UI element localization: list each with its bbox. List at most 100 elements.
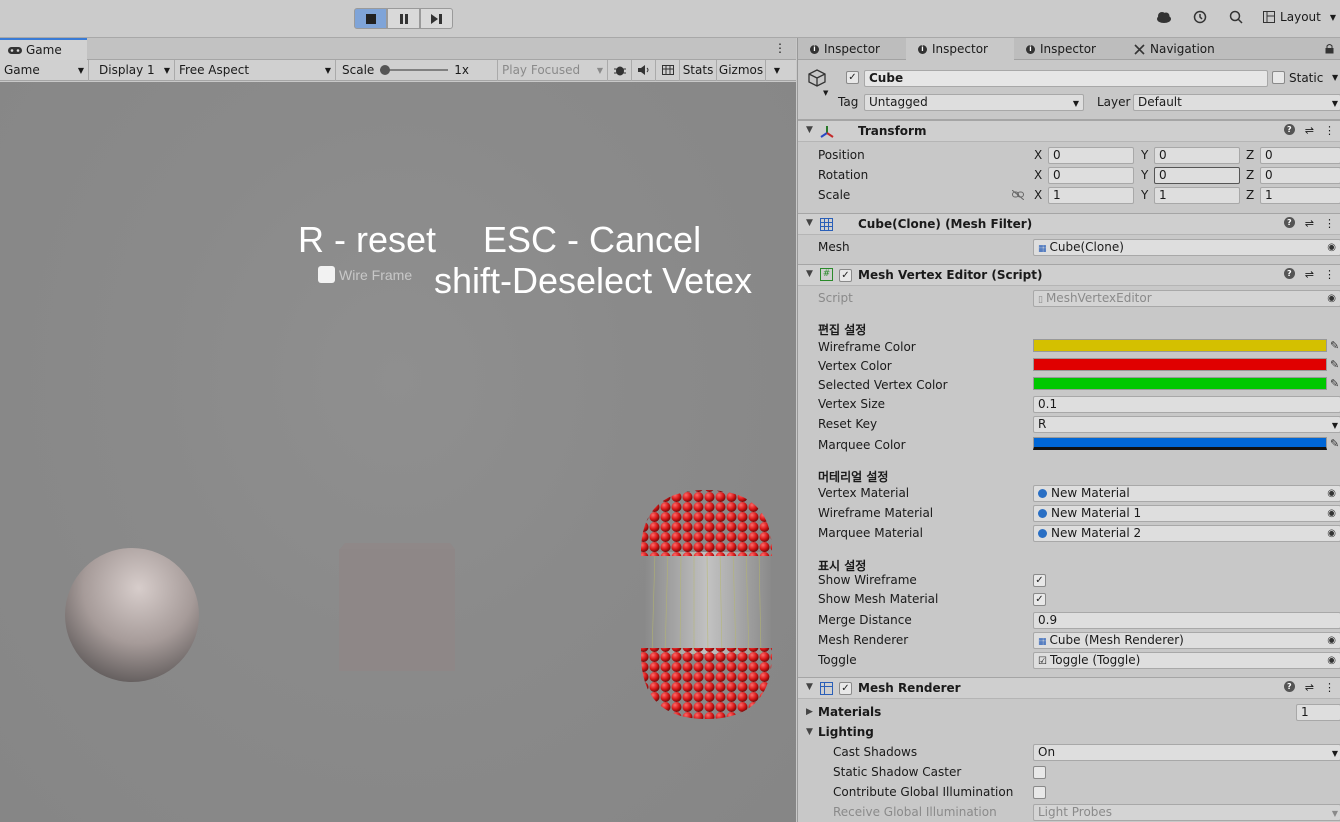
fold-arrow-icon[interactable]: ▼ (806, 269, 813, 279)
tab-inspector-1[interactable]: i Inspector (798, 38, 906, 60)
reset-key-dropdown[interactable]: R ▼ (1033, 416, 1340, 433)
scale-x-input[interactable]: 1 (1048, 187, 1134, 204)
mesh-filter-header[interactable]: ▼ Cube(Clone) (Mesh Filter) ? ⇌ ⋮ (798, 213, 1340, 235)
cloud-icon[interactable] (1155, 8, 1173, 26)
lighting-foldout[interactable]: Lighting (818, 725, 874, 739)
more-options-icon[interactable]: ⋮ (774, 41, 786, 55)
settings-sliders-icon[interactable]: ⇌ (1305, 217, 1314, 230)
play-button[interactable] (354, 8, 387, 29)
mesh-renderer-field[interactable]: ▦ Cube (Mesh Renderer) ◉ (1033, 632, 1340, 649)
lock-icon[interactable] (1325, 43, 1334, 54)
tab-inspector-3[interactable]: i Inspector (1014, 38, 1122, 60)
rotation-x-input[interactable]: 0 (1048, 167, 1134, 184)
marquee-material-field[interactable]: New Material 2 ◉ (1033, 525, 1340, 542)
wireframe-checkbox[interactable] (318, 266, 335, 283)
transform-header[interactable]: ▼ Transform ? ⇌ ⋮ (798, 120, 1340, 142)
scale-y-input[interactable]: 1 (1154, 187, 1240, 204)
object-picker-icon[interactable]: ◉ (1327, 486, 1336, 501)
object-name-input[interactable]: Cube (864, 70, 1268, 87)
vertex-color-swatch[interactable] (1033, 358, 1327, 371)
position-y-input[interactable]: 0 (1154, 147, 1240, 164)
show-mesh-material-checkbox[interactable]: ✓ (1033, 593, 1046, 606)
pause-button[interactable] (387, 8, 420, 29)
marquee-color-swatch[interactable] (1033, 437, 1327, 450)
game-viewport[interactable]: R - reset ESC - Cancel shift-Deselect Ve… (0, 82, 796, 822)
gizmos-dropdown[interactable]: ▼ (766, 60, 784, 81)
object-picker-icon[interactable]: ◉ (1327, 526, 1336, 541)
gizmos-button[interactable]: Gizmos (717, 59, 766, 81)
contribute-gi-checkbox[interactable] (1033, 786, 1046, 799)
selected-vertex-color-swatch[interactable] (1033, 377, 1327, 390)
display-dropdown[interactable]: Display 1 ▼ (89, 59, 175, 81)
tag-dropdown[interactable]: Untagged ▼ (864, 94, 1084, 111)
object-picker-icon[interactable]: ◉ (1327, 240, 1336, 255)
audio-button[interactable] (632, 59, 656, 81)
fold-arrow-icon[interactable]: ▼ (806, 218, 813, 228)
fold-arrow-icon[interactable]: ▼ (806, 727, 813, 737)
vertex-material-field[interactable]: New Material ◉ (1033, 485, 1340, 502)
toggle-field[interactable]: ☑ Toggle (Toggle) ◉ (1033, 652, 1340, 669)
materials-foldout[interactable]: Materials (818, 705, 881, 719)
grid-button[interactable] (656, 59, 680, 81)
eyedropper-icon[interactable]: ✎ (1330, 437, 1339, 450)
show-wireframe-checkbox[interactable]: ✓ (1033, 574, 1046, 587)
active-checkbox[interactable]: ✓ (846, 71, 859, 84)
mesh-object-field[interactable]: ▦ Cube(Clone) ◉ (1033, 239, 1340, 256)
rotation-z-input[interactable]: 0 (1260, 167, 1340, 184)
position-z-input[interactable]: 0 (1260, 147, 1340, 164)
vertex-size-input[interactable]: 0.1 (1033, 396, 1340, 413)
layout-dropdown[interactable]: Layout ▼ (1263, 10, 1336, 24)
chevron-down-icon[interactable]: ▼ (1332, 73, 1338, 82)
more-options-icon[interactable]: ⋮ (1324, 124, 1335, 137)
settings-sliders-icon[interactable]: ⇌ (1305, 124, 1314, 137)
fold-arrow-right-icon[interactable]: ▶ (806, 707, 813, 717)
wireframe-material-field[interactable]: New Material 1 ◉ (1033, 505, 1340, 522)
scale-slider[interactable] (380, 65, 449, 75)
link-icon[interactable] (1012, 190, 1024, 200)
settings-sliders-icon[interactable]: ⇌ (1305, 681, 1314, 694)
help-icon[interactable]: ? (1283, 124, 1295, 135)
tab-game[interactable]: Game (0, 38, 87, 60)
cast-shadows-dropdown[interactable]: On ▼ (1033, 744, 1340, 761)
settings-sliders-icon[interactable]: ⇌ (1305, 268, 1314, 281)
history-icon[interactable] (1191, 8, 1209, 26)
tab-navigation[interactable]: Navigation (1122, 38, 1232, 60)
help-icon[interactable]: ? (1283, 681, 1295, 692)
display-mode-dropdown[interactable]: Game ▼ (0, 59, 89, 81)
fold-arrow-icon[interactable]: ▼ (806, 682, 813, 692)
more-options-icon[interactable]: ⋮ (1324, 268, 1335, 281)
help-icon[interactable]: ? (1283, 268, 1295, 279)
scale-slider-handle[interactable] (380, 65, 391, 75)
wireframe-color-swatch[interactable] (1033, 339, 1327, 352)
step-button[interactable] (420, 8, 453, 29)
tab-inspector-2[interactable]: i Inspector (906, 38, 1014, 60)
play-focused-dropdown[interactable]: Play Focused ▼ (498, 59, 608, 81)
eyedropper-icon[interactable]: ✎ (1330, 377, 1339, 390)
mesh-renderer-header[interactable]: ▼ ✓ Mesh Renderer ? ⇌ ⋮ (798, 677, 1340, 699)
eyedropper-icon[interactable]: ✎ (1330, 339, 1339, 352)
aspect-dropdown[interactable]: Free Aspect ▼ (175, 59, 336, 81)
object-picker-icon[interactable]: ◉ (1327, 653, 1336, 668)
position-x-input[interactable]: 0 (1048, 147, 1134, 164)
scale-z-input[interactable]: 1 (1260, 187, 1340, 204)
stats-button[interactable]: Stats (680, 59, 717, 81)
static-checkbox[interactable] (1272, 71, 1285, 84)
search-icon[interactable] (1227, 8, 1245, 26)
materials-count-input[interactable]: 1 (1296, 704, 1340, 721)
more-options-icon[interactable]: ⋮ (1324, 681, 1335, 694)
eyedropper-icon[interactable]: ✎ (1330, 358, 1339, 371)
bug-button[interactable] (608, 59, 632, 81)
static-shadow-caster-checkbox[interactable] (1033, 766, 1046, 779)
help-icon[interactable]: ? (1283, 217, 1295, 228)
object-picker-icon[interactable]: ◉ (1327, 506, 1336, 521)
rotation-y-input[interactable]: 0 (1154, 167, 1240, 184)
vertex-editor-header[interactable]: ▼ # ✓ Mesh Vertex Editor (Script) ? ⇌ ⋮ (798, 264, 1340, 286)
layer-dropdown[interactable]: Default ▼ (1133, 94, 1340, 111)
mesh-renderer-enabled-checkbox[interactable]: ✓ (839, 682, 852, 695)
object-picker-icon[interactable]: ◉ (1327, 633, 1336, 648)
wireframe-toggle[interactable]: Wire Frame (318, 266, 412, 283)
more-options-icon[interactable]: ⋮ (1324, 217, 1335, 230)
fold-arrow-icon[interactable]: ▼ (806, 125, 813, 135)
vertex-editor-enabled-checkbox[interactable]: ✓ (839, 269, 852, 282)
chevron-down-icon[interactable]: ▼ (823, 89, 828, 97)
